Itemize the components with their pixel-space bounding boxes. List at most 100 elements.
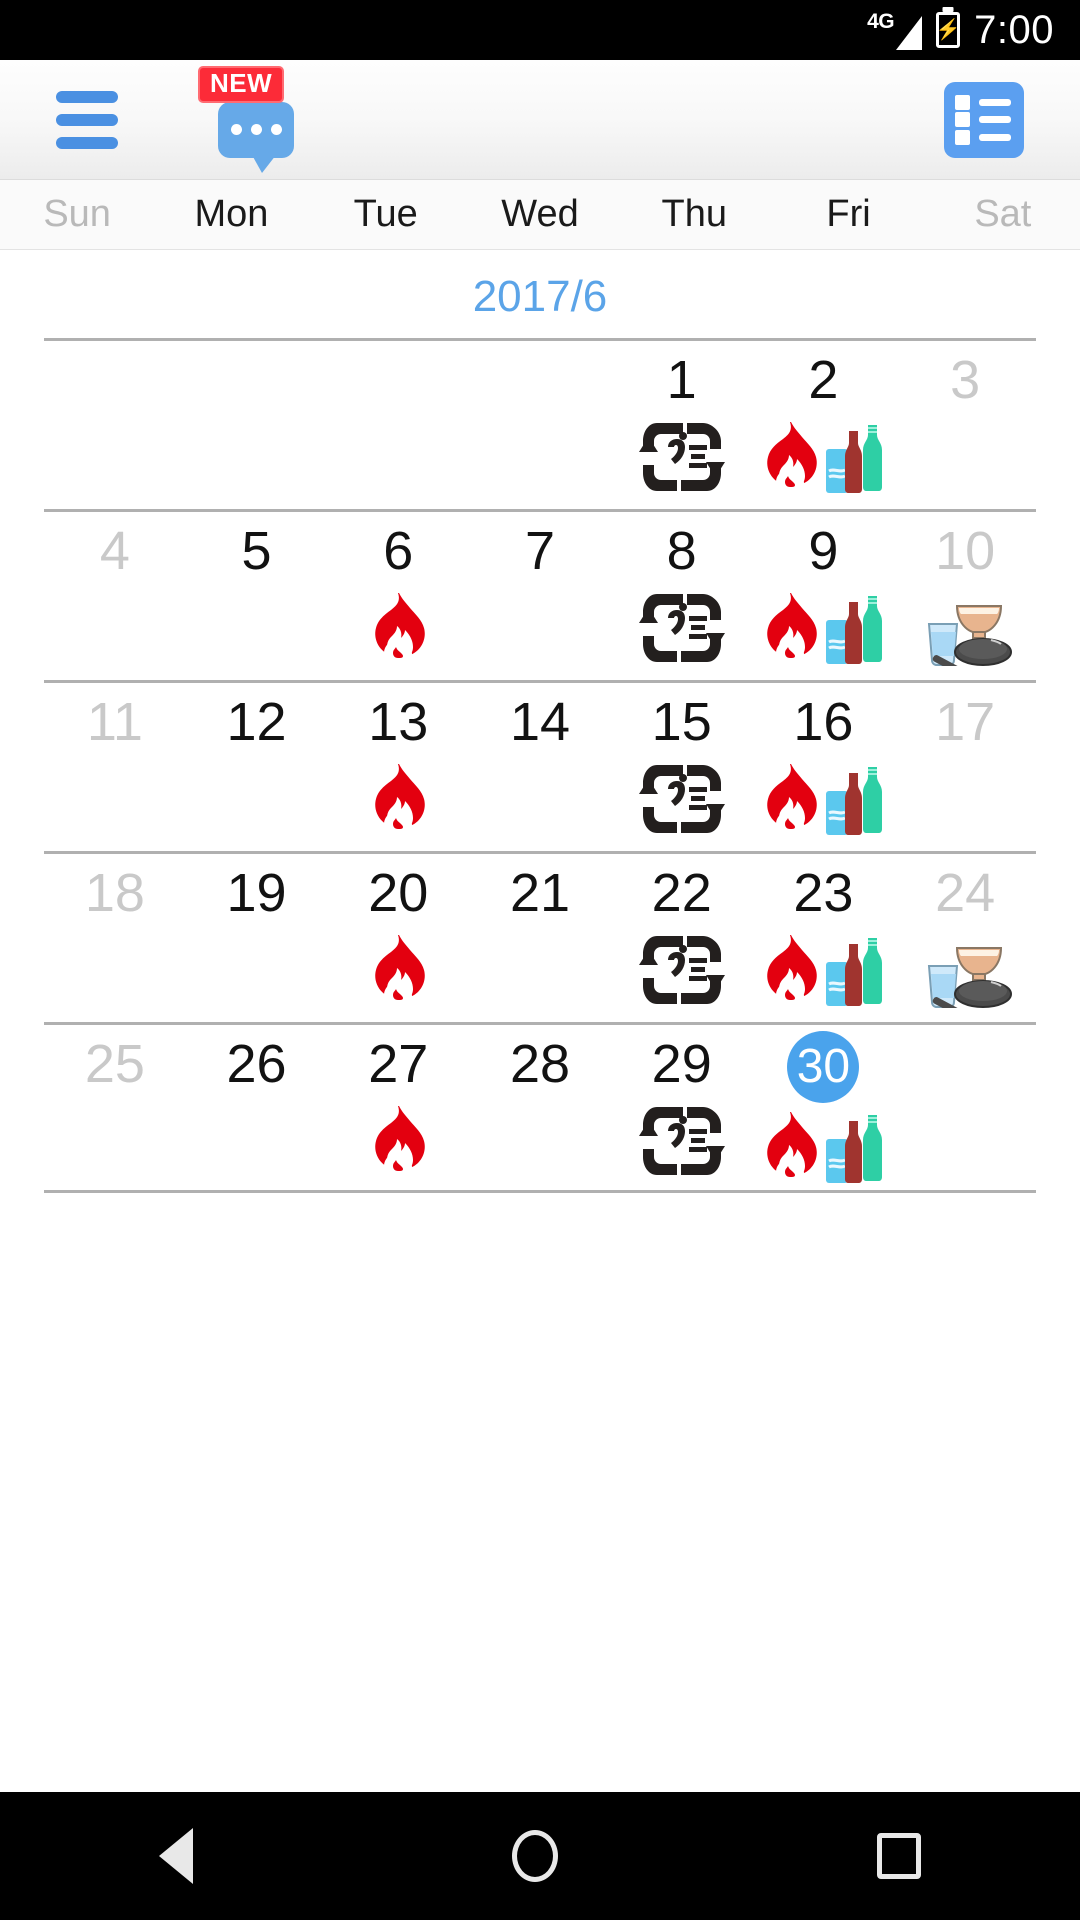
day-event-icons [759, 1107, 887, 1185]
date-number: 26 [226, 1033, 287, 1094]
checkbox-icon [955, 94, 970, 110]
calendar-day-cell[interactable]: 18 [44, 860, 186, 1022]
date-number: 29 [651, 1033, 712, 1094]
bottles-and-cans-icon [826, 767, 883, 835]
signal-bars-icon [896, 15, 923, 50]
calendar-day-cell[interactable]: 16 [753, 689, 895, 851]
date-number: 10 [935, 520, 996, 581]
calendar-day-cell[interactable]: 26 [186, 1031, 328, 1190]
chat-dot [250, 124, 262, 135]
chat-bubble-button[interactable]: NEW [198, 65, 300, 173]
hamburger-bar [56, 113, 118, 126]
burnable-garbage-icon [767, 593, 818, 666]
date-number: 2 [808, 349, 839, 410]
plastic-recycle-icon [638, 936, 725, 1004]
calendar-day-cell[interactable]: 2 [753, 347, 895, 509]
calendar-day-cell[interactable]: 6 [327, 518, 469, 680]
weekday-label-sun: Sun [43, 193, 111, 235]
calendar-day-cell[interactable]: 19 [186, 860, 328, 1022]
day-event-icons [638, 1101, 725, 1179]
calendar-day-cell[interactable]: 28 [469, 1031, 611, 1190]
calendar-empty-cell [327, 347, 469, 509]
date-number: 19 [226, 862, 287, 923]
calendar-day-cell[interactable]: 30 [753, 1031, 895, 1190]
today-date-number: 30 [787, 1031, 860, 1103]
date-number: 17 [935, 691, 996, 752]
date-number: 6 [383, 520, 414, 581]
calendar-day-cell[interactable]: 12 [186, 689, 328, 851]
calendar-day-cell[interactable]: 9 [753, 518, 895, 680]
calendar-day-cell[interactable]: 29 [611, 1031, 753, 1190]
agenda-list-row [955, 94, 1013, 110]
date-number: 12 [226, 691, 287, 752]
hamburger-bar [56, 90, 118, 103]
calendar-day-cell[interactable]: 15 [611, 689, 753, 851]
agenda-list-row [955, 129, 1013, 145]
calendar-day-cell[interactable]: 20 [327, 860, 469, 1022]
home-circle-icon[interactable] [511, 1830, 558, 1882]
date-number: 3 [950, 349, 981, 410]
calendar-day-cell[interactable]: 17 [894, 689, 1036, 851]
agenda-list-button[interactable] [944, 81, 1024, 158]
calendar-empty-cell [44, 347, 186, 509]
calendar-week-row: 4 5 6 7 8 9 10 [44, 509, 1036, 680]
date-number: 20 [368, 862, 429, 923]
plastic-recycle-icon [638, 594, 725, 662]
non-burnable-garbage-icon [928, 605, 1013, 666]
calendar-day-cell[interactable]: 13 [327, 689, 469, 851]
date-number: 27 [368, 1033, 429, 1094]
bottles-and-cans-icon [826, 938, 883, 1006]
day-event-icons [638, 930, 725, 1008]
weekday-label-tue: Tue [353, 193, 418, 235]
calendar-day-cell[interactable]: 7 [469, 518, 611, 680]
hamburger-menu-icon[interactable] [56, 90, 118, 149]
list-line [979, 98, 1011, 106]
calendar-day-cell[interactable]: 5 [186, 518, 328, 680]
date-number: 22 [651, 862, 712, 923]
back-triangle-icon[interactable] [159, 1828, 194, 1884]
day-event-icons [917, 588, 1013, 666]
calendar-day-cell[interactable]: 4 [44, 518, 186, 680]
day-event-icons [759, 588, 887, 666]
calendar-day-cell[interactable]: 21 [469, 860, 611, 1022]
month-title[interactable]: 2017/6 [0, 250, 1080, 338]
calendar-week-row: 1 2 3 [44, 338, 1036, 509]
calendar-day-cell[interactable]: 14 [469, 689, 611, 851]
chat-dot [230, 124, 242, 135]
burnable-garbage-icon [375, 593, 426, 666]
burnable-garbage-icon [375, 935, 426, 1008]
calendar-day-cell[interactable]: 1 [611, 347, 753, 509]
chat-dot [270, 124, 282, 135]
battery-charging-icon: ⚡ [936, 12, 961, 48]
calendar-day-cell[interactable]: 3 [894, 347, 1036, 509]
calendar-day-cell[interactable]: 25 [44, 1031, 186, 1190]
date-number: 23 [793, 862, 854, 923]
date-number: 24 [935, 862, 996, 923]
new-badge: NEW [198, 65, 285, 103]
calendar-day-cell[interactable]: 23 [753, 860, 895, 1022]
day-event-icons [638, 417, 725, 495]
android-navigation-bar [0, 1792, 1080, 1920]
date-number: 5 [241, 520, 272, 581]
date-number: 7 [524, 520, 556, 581]
calendar-day-cell[interactable]: 8 [611, 518, 753, 680]
day-event-icons [759, 930, 887, 1008]
network-type-label: 4G [867, 9, 895, 33]
calendar-day-cell[interactable]: 10 [894, 518, 1036, 680]
recents-square-icon[interactable] [876, 1833, 921, 1879]
calendar-day-cell[interactable]: 24 [894, 860, 1036, 1022]
calendar-day-cell[interactable]: 27 [327, 1031, 469, 1190]
day-event-icons [638, 759, 725, 837]
list-line [979, 116, 1011, 123]
day-event-icons [759, 759, 887, 837]
calendar-day-cell[interactable]: 22 [611, 860, 753, 1022]
date-number: 15 [651, 691, 712, 752]
status-bar: 4G ⚡ 7:00 [0, 0, 1080, 60]
date-number: 25 [84, 1033, 145, 1094]
checkbox-icon [955, 112, 970, 127]
signal-strength-icon: 4G [867, 9, 923, 50]
date-number: 13 [368, 691, 429, 752]
bottles-and-cans-icon [826, 425, 883, 493]
calendar-day-cell[interactable]: 11 [44, 689, 186, 851]
calendar-empty-cell [894, 1031, 1036, 1190]
